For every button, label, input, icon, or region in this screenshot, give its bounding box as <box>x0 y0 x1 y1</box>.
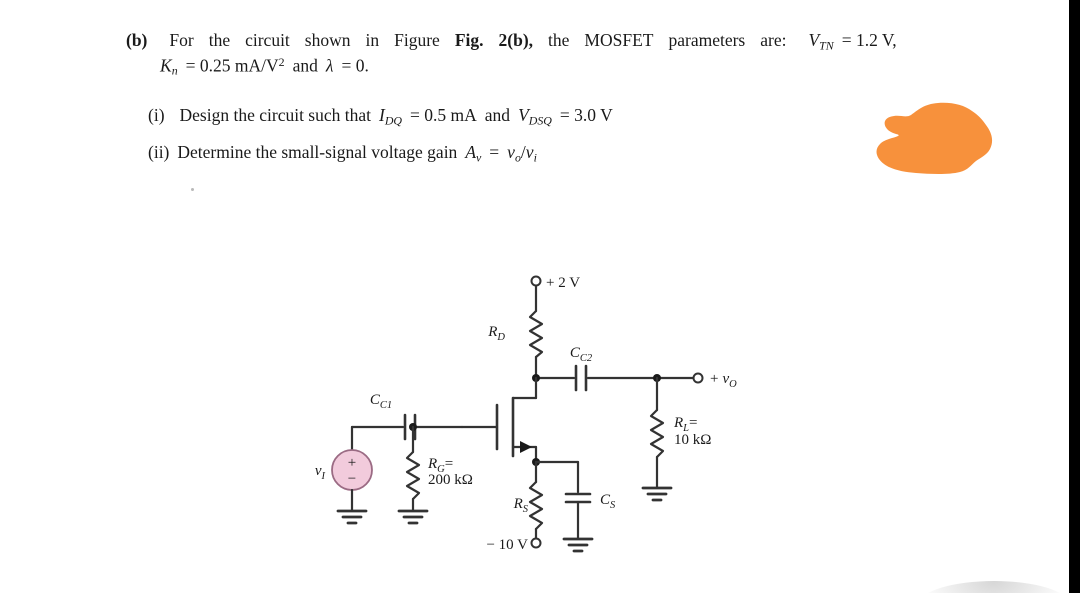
label-cc2: CC2 <box>570 345 593 364</box>
label-supply-negative: − 10 V <box>486 537 528 553</box>
label-rs-subscript: S <box>523 504 529 515</box>
label-rg-symbol: R <box>427 456 437 472</box>
resistor-rl-symbol <box>649 408 665 459</box>
resistor-rg-symbol <box>405 450 421 501</box>
label-rd-subscript: D <box>496 332 505 343</box>
ground-symbol-cs <box>562 537 594 553</box>
input-source-plus-sign: + <box>348 455 356 471</box>
supply-positive-terminal <box>530 275 542 287</box>
label-rl-value: 10 kΩ <box>674 432 711 448</box>
circuit-diagram-nmos-common-source-amplifier: + − + 2 V − 10 V RD CC2 CC1 vI RG= 200 k… <box>315 275 737 553</box>
ground-symbol-vi <box>336 509 368 525</box>
label-rs: RS <box>513 496 529 515</box>
ground-symbol-rg <box>397 509 429 525</box>
output-terminal <box>692 372 704 384</box>
label-rg-equals: = <box>445 456 453 472</box>
label-rl-equals: = <box>689 415 697 431</box>
label-supply-positive: + 2 V <box>546 275 580 291</box>
supply-negative-terminal <box>530 537 542 549</box>
ground-symbol-rl <box>641 486 673 502</box>
label-cs: CS <box>600 492 616 511</box>
resistor-rd-symbol <box>528 309 544 359</box>
scanned-page: (b) For the circuit shown in Figure Fig. 2(b), th… <box>0 0 1080 593</box>
label-rs-symbol: R <box>513 496 523 512</box>
label-rg-value: 200 kΩ <box>428 472 473 488</box>
label-vi-subscript: I <box>321 471 326 482</box>
label-output-sign: + <box>710 371 718 387</box>
label-rl-symbol: R <box>673 415 683 431</box>
label-rd-symbol: R <box>487 324 497 340</box>
resistor-rs-symbol <box>528 480 544 531</box>
label-output-subscript: O <box>729 379 737 390</box>
label-cc1-subscript: C1 <box>380 400 392 411</box>
page-right-edge-strip <box>1069 0 1080 593</box>
label-output: + vO <box>710 371 737 390</box>
label-cc1: CC1 <box>370 392 392 411</box>
input-source-minus-sign: − <box>348 471 356 487</box>
label-rd: RD <box>487 324 505 343</box>
label-cc2-subscript: C2 <box>580 353 593 364</box>
label-cs-subscript: S <box>610 500 616 511</box>
label-input-source: vI <box>315 463 326 482</box>
mosfet-source-arrow <box>520 441 532 453</box>
